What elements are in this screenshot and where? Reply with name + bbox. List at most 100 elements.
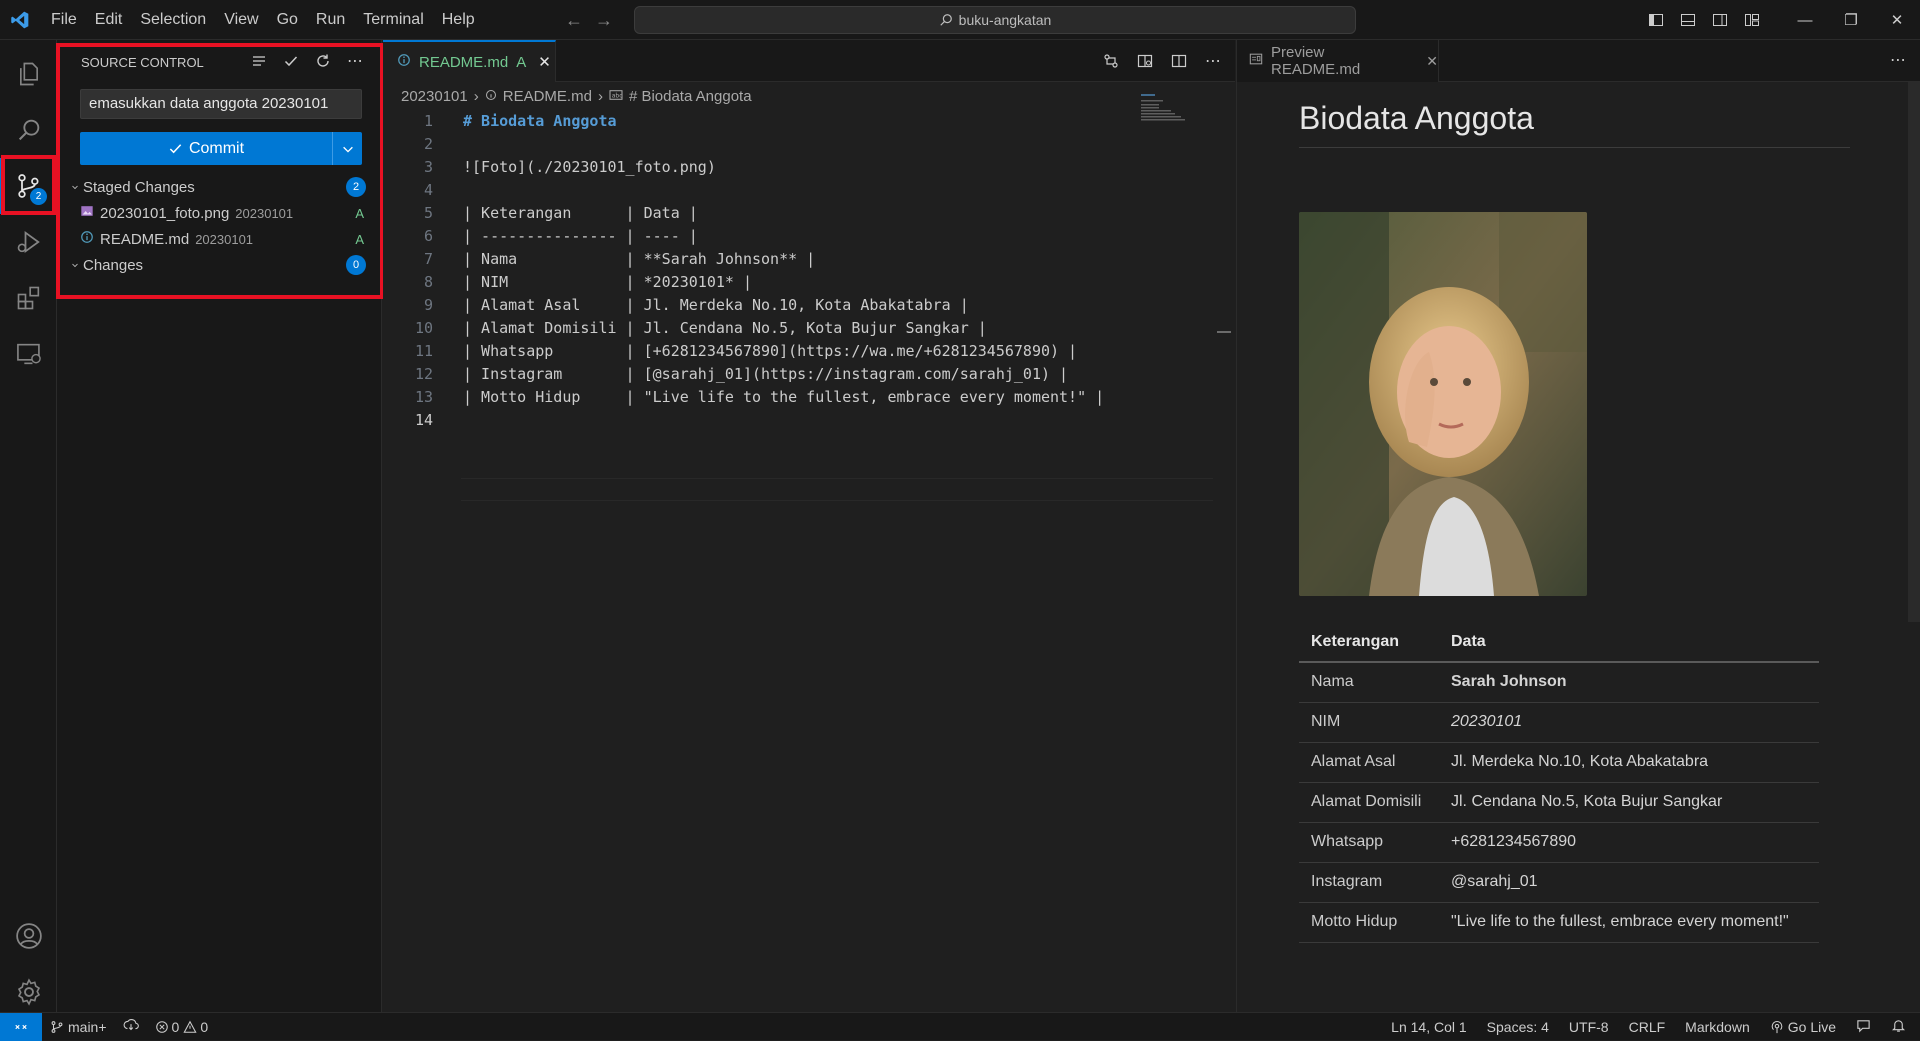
chevron-right-icon: › xyxy=(473,87,479,105)
staged-file-row[interactable]: 20230101_foto.png 20230101 A xyxy=(57,200,382,226)
menu-terminal[interactable]: Terminal xyxy=(354,0,432,40)
staged-changes-header[interactable]: Staged Changes 2 xyxy=(57,174,382,200)
code-text: | Motto Hidup | "Live life to the fulles… xyxy=(463,388,1105,406)
refresh-icon[interactable] xyxy=(313,50,333,72)
end-of-line[interactable]: CRLF xyxy=(1629,1019,1666,1035)
code-line: 12 | Instagram | [@sarahj_01](https://ins… xyxy=(383,363,1235,386)
tab-readme[interactable]: README.md A ✕ xyxy=(383,40,556,82)
split-editor-icon[interactable] xyxy=(1169,50,1189,72)
minimize-icon[interactable]: — xyxy=(1782,0,1828,40)
member-photo xyxy=(1299,212,1587,596)
go-live-label: Go Live xyxy=(1787,1018,1836,1035)
forward-arrow-icon[interactable]: → xyxy=(595,10,613,31)
search-activity-icon[interactable] xyxy=(0,102,57,158)
go-live-button[interactable]: Go Live xyxy=(1770,1019,1836,1035)
menu-run[interactable]: Run xyxy=(307,0,354,40)
more-actions-icon[interactable]: ⋯ xyxy=(1890,50,1906,70)
code-line: 8 | NIM | *20230101* | xyxy=(383,271,1235,294)
minimap[interactable] xyxy=(1141,92,1213,122)
tab-preview-readme[interactable]: Preview README.md ✕ xyxy=(1237,40,1439,82)
run-and-debug-icon[interactable] xyxy=(0,214,57,270)
more-actions-icon[interactable]: ⋯ xyxy=(1203,50,1223,72)
menu-bar: File Edit Selection View Go Run Terminal… xyxy=(42,0,484,40)
tab-status: A xyxy=(516,53,527,71)
preview-scrollbar[interactable] xyxy=(1908,82,1920,622)
toggle-panel-icon[interactable] xyxy=(1672,12,1704,28)
breadcrumb-symbol[interactable]: # Biodata Anggota xyxy=(629,88,752,105)
close-window-icon[interactable]: ✕ xyxy=(1874,0,1920,40)
staged-file-name: README.md xyxy=(100,230,190,248)
code-line: 7 | Nama | **Sarah Johnson** | xyxy=(383,248,1235,271)
menu-edit[interactable]: Edit xyxy=(86,0,132,40)
back-arrow-icon[interactable]: ← xyxy=(565,10,583,31)
toggle-secondary-sidebar-icon[interactable] xyxy=(1704,12,1736,28)
line-number: 1 xyxy=(423,112,433,130)
view-as-tree-icon[interactable] xyxy=(249,50,269,72)
error-count: 0 xyxy=(171,1018,180,1035)
whatsapp-link[interactable]: +6281234567890 xyxy=(1439,822,1819,863)
indentation[interactable]: Spaces: 4 xyxy=(1487,1019,1549,1035)
table-cell-label: Instagram xyxy=(1299,862,1439,903)
staged-file-name: 20230101_foto.png xyxy=(100,204,230,222)
remote-explorer-icon[interactable] xyxy=(0,326,57,382)
table-row: NIM 20230101 xyxy=(1299,702,1819,743)
warning-count: 0 xyxy=(200,1018,209,1035)
code-text: | Instagram | [@sarahj_01](https://insta… xyxy=(463,365,1069,383)
commit-message-input[interactable]: emasukkan data anggota 20230101 xyxy=(80,89,362,119)
editor-group: README.md A ✕ ⋯ 20230101 › README.md › a… xyxy=(383,40,1235,1012)
close-tab-icon[interactable]: ✕ xyxy=(1426,53,1438,70)
remote-indicator-icon[interactable] xyxy=(0,1012,42,1041)
menu-help[interactable]: Help xyxy=(433,0,484,40)
code-line: 2 xyxy=(383,133,1235,156)
breadcrumb-file[interactable]: README.md xyxy=(503,88,592,105)
changes-header[interactable]: Changes 0 xyxy=(57,252,382,278)
notifications-bell-icon[interactable] xyxy=(1891,1018,1906,1036)
staged-count-badge: 2 xyxy=(346,177,366,197)
commit-dropdown-button[interactable] xyxy=(332,132,362,165)
feedback-icon[interactable] xyxy=(1856,1018,1871,1036)
problems-indicator[interactable]: 0 0 xyxy=(155,1018,209,1035)
menu-file[interactable]: File xyxy=(42,0,86,40)
menu-selection[interactable]: Selection xyxy=(131,0,215,40)
code-text: # Biodata Anggota xyxy=(463,112,617,130)
toggle-primary-sidebar-icon[interactable] xyxy=(1640,12,1672,28)
more-actions-icon[interactable]: ⋯ xyxy=(345,50,365,72)
vscode-logo-icon xyxy=(0,0,40,40)
restore-icon[interactable]: ❐ xyxy=(1828,0,1874,40)
commit-button[interactable]: Commit xyxy=(80,132,362,165)
open-preview-side-icon[interactable] xyxy=(1135,50,1155,72)
search-icon xyxy=(939,14,952,26)
close-tab-icon[interactable]: ✕ xyxy=(538,53,551,71)
instagram-link[interactable]: @sarahj_01 xyxy=(1439,862,1819,903)
git-branch-icon xyxy=(51,1020,63,1033)
staged-file-row[interactable]: README.md 20230101 A xyxy=(57,226,382,252)
source-control-icon[interactable]: 2 xyxy=(0,158,57,214)
open-changes-icon[interactable] xyxy=(1101,50,1121,72)
extensions-icon[interactable] xyxy=(0,270,57,326)
menu-go[interactable]: Go xyxy=(268,0,307,40)
encoding[interactable]: UTF-8 xyxy=(1569,1019,1609,1035)
explorer-icon[interactable] xyxy=(0,46,57,102)
commit-check-icon[interactable] xyxy=(281,50,301,72)
branch-indicator[interactable]: main+ xyxy=(50,1019,107,1035)
preview-icon xyxy=(1249,52,1263,70)
menu-view[interactable]: View xyxy=(215,0,267,40)
table-cell-value: Sarah Johnson xyxy=(1439,662,1819,703)
accounts-icon[interactable] xyxy=(0,908,57,964)
warning-icon xyxy=(183,1020,197,1033)
sync-icon[interactable] xyxy=(123,1018,139,1035)
preview-content: Biodata Anggota Keterangan Data Nama Sar… xyxy=(1299,82,1859,943)
chevron-down-icon xyxy=(342,146,353,153)
changes-label: Changes xyxy=(83,256,144,274)
command-center-search[interactable]: buku-angkatan xyxy=(634,6,1356,34)
language-mode[interactable]: Markdown xyxy=(1685,1019,1750,1035)
code-editor[interactable]: 1 # Biodata Anggota 2 3 ![Foto](./20230101… xyxy=(383,110,1235,1012)
customize-layout-icon[interactable] xyxy=(1736,12,1768,28)
breadcrumb-folder[interactable]: 20230101 xyxy=(401,88,468,105)
table-cell-value: Jl. Cendana No.5, Kota Bujur Sangkar xyxy=(1439,782,1819,823)
title-bar-controls: — ❐ ✕ xyxy=(1640,0,1920,40)
line-number: 5 xyxy=(423,204,433,222)
code-text: | NIM | *20230101* | xyxy=(463,273,752,291)
code-line: 3 ![Foto](./20230101_foto.png) xyxy=(383,156,1235,179)
cursor-position[interactable]: Ln 14, Col 1 xyxy=(1391,1019,1467,1035)
